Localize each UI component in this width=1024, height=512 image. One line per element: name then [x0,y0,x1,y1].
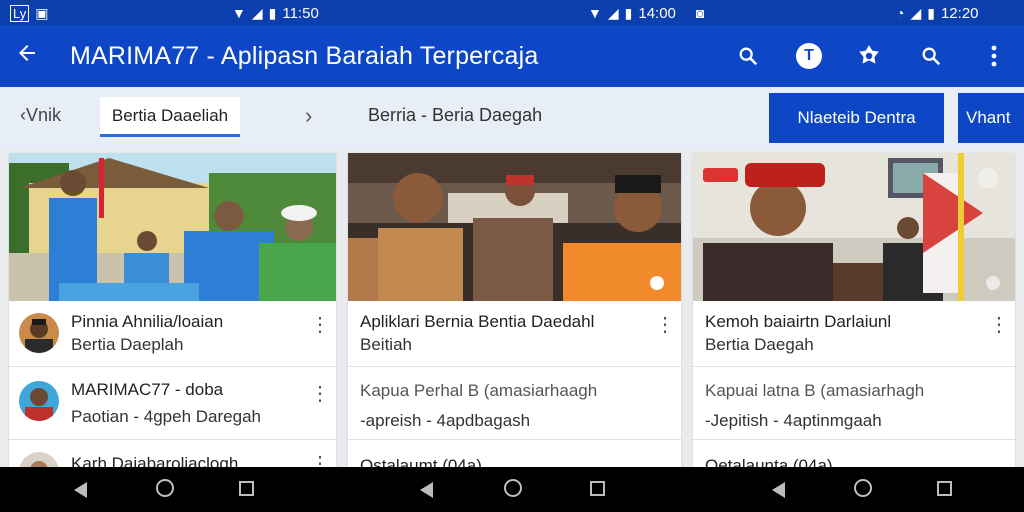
news-column-3: Kemoh baiairtn Darlaiunl Bertia Daegah ⋮… [693,153,1015,467]
battery-icon: ▮ [927,5,935,21]
list-item[interactable]: Kemoh baiairtn Darlaiunl Bertia Daegah ⋮ [693,301,1015,367]
more-vert-icon[interactable]: ⋮ [989,315,1009,335]
system-nav-bar [0,467,1024,512]
search-icon[interactable] [731,39,765,73]
more-vert-icon[interactable] [977,39,1011,73]
tab-active[interactable]: Bertia Daaeliah [100,97,240,137]
nav-back-icon[interactable] [74,479,96,501]
tab-primary-button[interactable]: Nlaeteib Dentra [769,93,944,143]
news-subtitle: Beitiah [360,335,412,354]
nav-back-icon[interactable] [772,479,794,501]
status-right-mid: ▼ ◢ ▮ 14:00 ◙ [588,3,704,23]
section-label: Berria - Beria Daegah [368,105,543,125]
list-item[interactable]: Kapuai latna B (amasiarhagh -Jepitish - … [693,367,1015,440]
nav-recent-icon[interactable] [937,479,959,501]
nav-home-icon[interactable] [854,479,876,501]
notification-icon: ▣ [35,5,49,21]
news-title: Ostalaumt (04a) [360,456,482,467]
battery-icon: ▮ [268,5,277,21]
avatar [19,452,59,467]
status-time-far-right: 12:20 [940,4,979,22]
signal-icon: ◢ [910,5,922,21]
news-photo-ceremony[interactable] [693,153,1015,301]
list-item[interactable]: Pinnia Ahnilia/loaian Bertia Daeplah ⋮ [9,301,336,367]
list-item[interactable]: Karh Daiabaroliaclogh ⋮ [9,440,336,467]
news-subtitle: Bertia Daegah [705,335,814,354]
nav-recent-icon[interactable] [590,479,612,501]
news-title: Kapua Perhal B (amasiarhaagh [360,381,598,400]
tab-previous[interactable]: ‹Vnik [20,105,61,126]
nav-back-icon[interactable] [420,479,442,501]
news-photo-officials[interactable] [348,153,681,301]
status-middle: ▼ ◢ ▮ 11:50 [232,3,319,23]
news-subtitle: -Jepitish - 4aptinmgaah [705,411,882,430]
news-column-1: Pinnia Ahnilia/loaian Bertia Daeplah ⋮ M… [9,153,336,467]
news-title: Kemoh baiairtn Darlaiunl [705,312,892,331]
tab-previous-label: Vnik [26,105,62,125]
signal-icon: ◢ [607,5,619,21]
nav-recent-icon[interactable] [239,479,261,501]
app-bar: MARIMA77 - Aplipasn Baraiah Terpercaja T [0,25,1024,87]
status-time-middle: 11:50 [282,4,319,22]
tab-extra-button[interactable]: Vhant [958,93,1024,143]
list-item[interactable]: Apliklari Bernia Bentia Daedahl Beitiah … [348,301,681,367]
avatar [19,381,59,421]
list-item[interactable]: Ostalaumt (04a) [348,440,681,467]
status-left: Ly ▣ [10,3,48,23]
news-title: MARIMAC77 - doba [71,380,224,399]
more-vert-icon[interactable]: ⋮ [310,315,330,335]
avatar [19,313,59,353]
search-icon[interactable] [914,39,948,73]
chevron-right-icon[interactable]: › [305,103,312,129]
app-title: MARIMA77 - Aplipasn Baraiah Terpercaja [70,42,539,70]
battery-icon: ▮ [624,5,633,21]
news-subtitle: -apreish - 4apdbagash [360,411,531,430]
nav-home-icon[interactable] [504,479,526,501]
news-photo-village[interactable] [9,153,336,301]
more-vert-icon[interactable]: ⋮ [310,454,330,467]
news-title: Oetalaunta (04a) [705,456,833,467]
tab-strip: ‹Vnik Bertia Daaeliah › Berria - Beria D… [0,87,1024,149]
news-title: Karh Daiabaroliaclogh [71,454,239,467]
signal-icon: ◢ [251,5,263,21]
wifi-icon: ▼ [232,5,246,21]
news-title: Pinnia Ahnilia/loaian [71,312,224,331]
alarm-icon: ◔ [896,5,905,21]
screen: Ly ▣ ▼ ◢ ▮ 11:50 ▼ ◢ ▮ 14:00 ◙ ◔ ◢ ▮ 12:… [0,0,1024,512]
profile-letter: T [796,43,822,69]
star-badge-icon[interactable] [852,39,886,73]
carrier-badge-icon: Ly [10,4,30,22]
more-vert-icon[interactable]: ⋮ [655,315,675,335]
status-time-right-mid: 14:00 [638,4,676,22]
status-bar: Ly ▣ ▼ ◢ ▮ 11:50 ▼ ◢ ▮ 14:00 ◙ ◔ ◢ ▮ 12:… [0,0,1024,25]
back-arrow-icon[interactable] [10,39,44,73]
camera-icon: ◙ [695,5,705,21]
profile-badge-icon[interactable]: T [792,39,826,73]
list-item[interactable]: Oetalaunta (04a) [693,440,1015,467]
news-column-2: Apliklari Bernia Bentia Daedahl Beitiah … [348,153,681,467]
nav-home-icon[interactable] [156,479,178,501]
more-vert-icon[interactable]: ⋮ [310,384,330,404]
list-item[interactable]: Kapua Perhal B (amasiarhaagh -apreish - … [348,367,681,440]
wifi-icon: ▼ [588,5,602,21]
news-title: Kapuai latna B (amasiarhagh [705,381,925,400]
news-subtitle: Bertia Daeplah [71,335,184,354]
status-far-right: ◔ ◢ ▮ 12:20 [896,3,979,23]
news-subtitle: Paotian - 4gpeh Daregah [71,407,261,426]
list-item[interactable]: MARIMAC77 - doba Paotian - 4gpeh Daregah… [9,367,336,440]
news-title: Apliklari Bernia Bentia Daedahl [360,312,595,331]
